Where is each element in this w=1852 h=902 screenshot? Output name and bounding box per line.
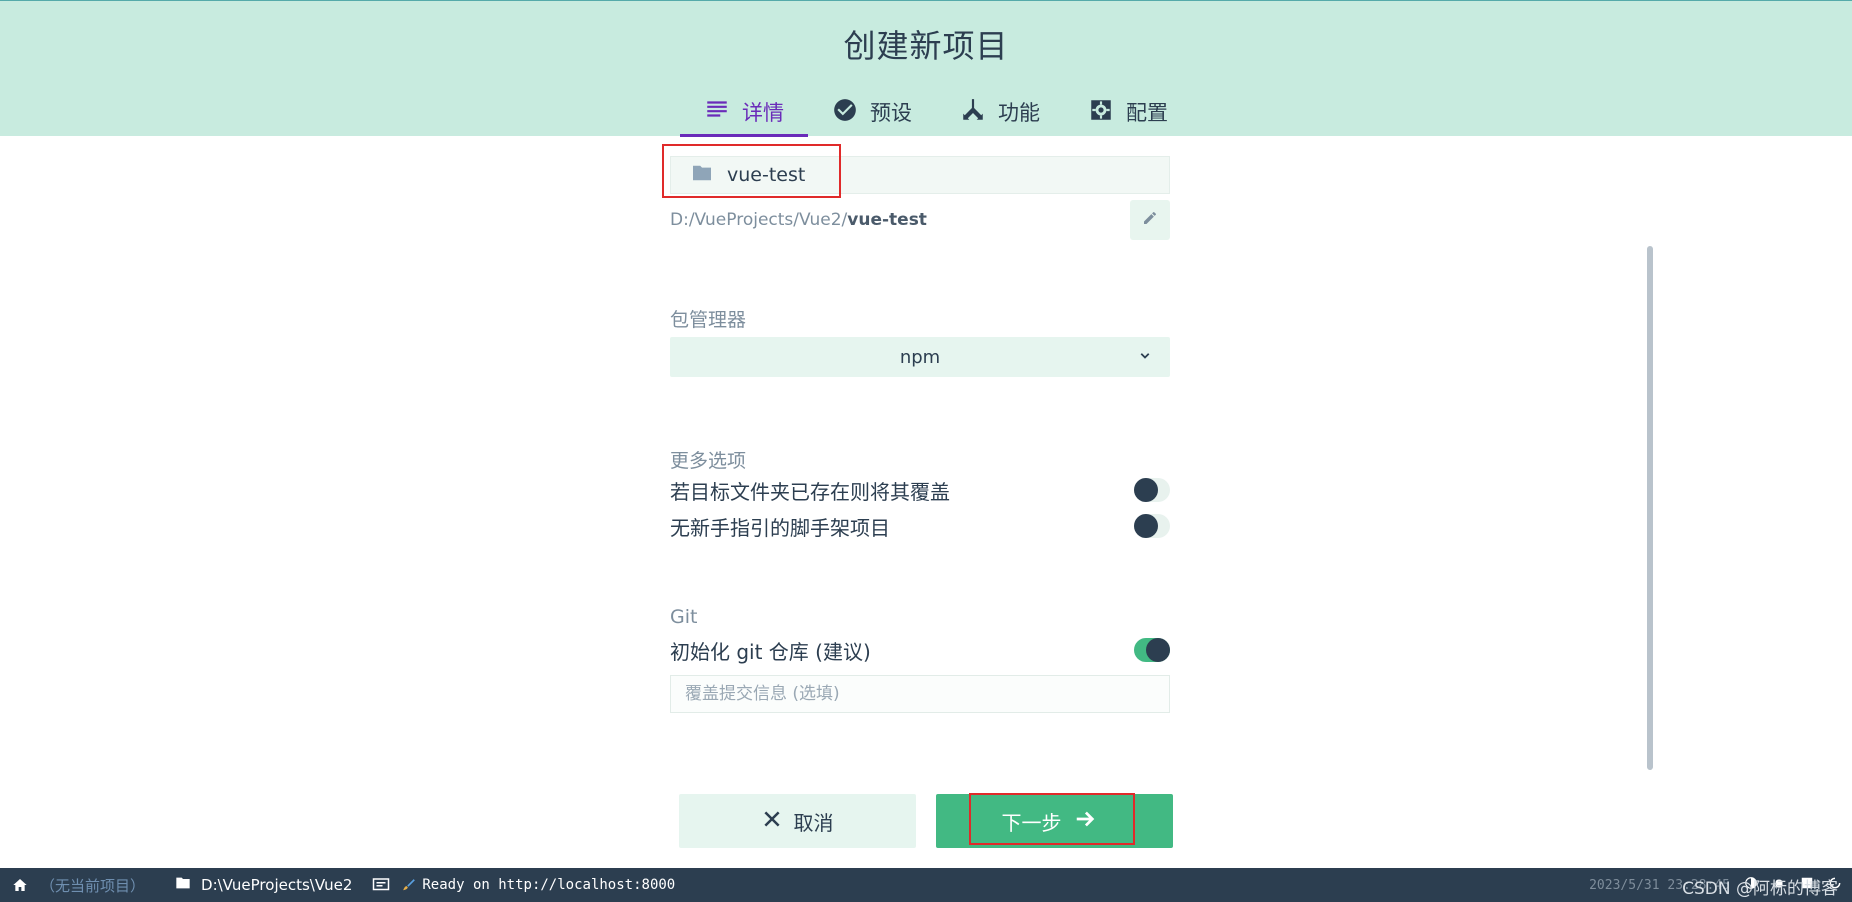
folder-path: D:\VueProjects\Vue2: [201, 876, 353, 894]
project-folder-field[interactable]: vue-test: [670, 156, 1170, 194]
toggle-knob: [1146, 638, 1170, 662]
watermark: CSDN @阿标的博客: [1682, 879, 1838, 899]
option-row-skip-guide: 无新手指引的脚手架项目: [670, 511, 1170, 541]
skip-guide-toggle[interactable]: [1134, 514, 1170, 538]
path-prefix: D:/VueProjects/Vue2/: [670, 210, 848, 230]
folder-icon: [175, 875, 201, 895]
fork-icon: [960, 97, 998, 128]
folder-icon: [691, 164, 713, 186]
page-title: 创建新项目: [843, 27, 1009, 65]
option-label: 初始化 git 仓库 (建议): [670, 639, 871, 664]
tab-label: 功能: [998, 101, 1040, 125]
status-folder[interactable]: D:\VueProjects\Vue2: [175, 875, 352, 895]
tab-label: 预设: [870, 101, 912, 125]
step-tabs: 详情 预设 功能 配置: [680, 89, 1192, 137]
next-button[interactable]: 下一步: [936, 794, 1173, 848]
current-project[interactable]: （无当前项目）: [40, 875, 145, 896]
tab-config[interactable]: 配置: [1064, 89, 1192, 135]
next-label: 下一步: [1001, 810, 1062, 835]
status-bar: （无当前项目） D:\VueProjects\Vue2 Ready on htt…: [0, 868, 1852, 902]
tab-features[interactable]: 功能: [936, 89, 1064, 135]
pencil-icon: [1142, 210, 1158, 230]
gear-icon: [1088, 97, 1126, 128]
package-manager-select[interactable]: npm: [670, 337, 1170, 377]
path-name: vue-test: [847, 210, 927, 230]
tab-details[interactable]: 详情: [680, 89, 808, 137]
details-list-icon: [704, 96, 742, 127]
console-icon[interactable]: [372, 877, 390, 893]
folder-name: vue-test: [727, 164, 806, 186]
arrow-right-icon: [1074, 808, 1108, 835]
chevron-down-icon: [1136, 347, 1154, 370]
git-init-toggle[interactable]: [1134, 638, 1170, 662]
toggle-knob: [1134, 478, 1158, 502]
home-icon[interactable]: [12, 877, 28, 893]
project-path-row: D:/VueProjects/Vue2/vue-test: [670, 200, 1170, 240]
option-row-git-init: 初始化 git 仓库 (建议): [670, 635, 1170, 665]
option-label: 无新手指引的脚手架项目: [670, 515, 890, 540]
cancel-button[interactable]: 取消: [679, 794, 916, 848]
more-options-label: 更多选项: [670, 450, 747, 472]
project-path: D:/VueProjects/Vue2/vue-test: [670, 210, 927, 230]
scrollbar[interactable]: [1647, 246, 1653, 770]
edit-path-button[interactable]: [1130, 200, 1170, 240]
commit-message-input[interactable]: [670, 675, 1170, 713]
tab-presets[interactable]: 预设: [808, 89, 936, 135]
log-message: Ready on http://localhost:8000: [422, 877, 676, 893]
package-manager-value: npm: [899, 346, 941, 368]
tab-label: 配置: [1126, 101, 1168, 125]
cancel-label: 取消: [793, 810, 834, 835]
tab-label: 详情: [742, 100, 784, 125]
package-manager-label: 包管理器: [670, 309, 747, 331]
header-bar: 创建新项目 详情 预设 功能 配置: [0, 0, 1852, 137]
git-section-label: Git: [670, 606, 698, 628]
brush-icon: [402, 878, 416, 892]
toggle-knob: [1134, 514, 1158, 538]
option-label: 若目标文件夹已存在则将其覆盖: [670, 479, 950, 504]
check-circle-icon: [832, 97, 870, 128]
close-icon: [762, 809, 794, 834]
overwrite-toggle[interactable]: [1134, 478, 1170, 502]
option-row-overwrite: 若目标文件夹已存在则将其覆盖: [670, 475, 1170, 505]
